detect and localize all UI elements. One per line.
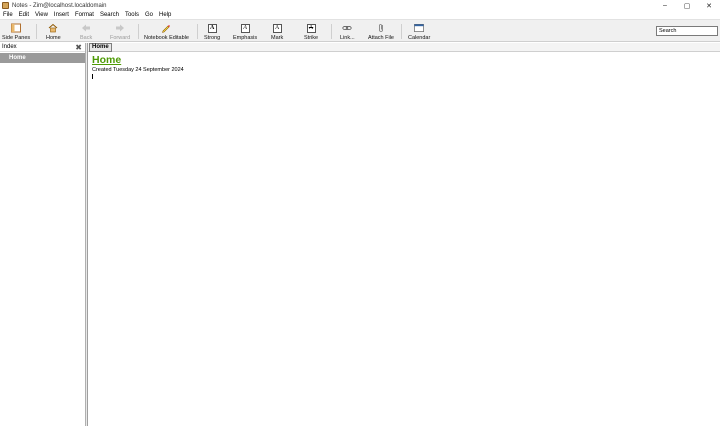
title-bar: Notes - Zim@localhost.localdomain – ▢ ✕ — [0, 0, 720, 11]
index-item-home[interactable]: Home — [0, 53, 85, 63]
link-icon — [342, 23, 352, 33]
forward-button[interactable]: Forward — [110, 21, 130, 42]
side-pane-header: Index ✖ — [0, 43, 85, 52]
strikethrough-icon: A — [306, 23, 316, 33]
emphasis-label: Emphasis — [233, 35, 258, 41]
minimize-button[interactable]: – — [654, 0, 676, 11]
toolbar-separator — [36, 24, 37, 39]
calendar-label: Calendar — [408, 35, 431, 41]
menu-file[interactable]: File — [3, 12, 13, 18]
home-button[interactable]: Home — [46, 21, 61, 42]
app-icon — [2, 2, 9, 9]
mark-button[interactable]: A Mark — [271, 21, 283, 42]
link-label: Link... — [340, 35, 355, 41]
emphasis-button[interactable]: A Emphasis — [233, 21, 257, 42]
highlight-icon: A — [272, 23, 282, 33]
attach-file-label: Attach File — [368, 35, 394, 41]
page-heading: Home — [92, 54, 122, 66]
menu-help[interactable]: Help — [159, 12, 171, 18]
back-label: Back — [80, 35, 93, 41]
menu-edit[interactable]: Edit — [19, 12, 29, 18]
bold-icon: A — [207, 23, 217, 33]
mark-glyph: A — [272, 23, 282, 33]
mark-label: Mark — [271, 35, 284, 41]
calendar-icon — [414, 23, 425, 33]
window-title: Notes - Zim@localhost.localdomain — [12, 2, 107, 9]
text-cursor — [92, 74, 93, 79]
toolbar: Side Panes Home Back Forward Notebook Ed… — [0, 19, 720, 42]
path-button-home[interactable]: Home — [89, 42, 112, 52]
toolbar-separator — [401, 24, 402, 39]
strike-button[interactable]: A Strike — [304, 21, 318, 42]
pencil-icon — [161, 23, 171, 33]
back-button[interactable]: Back — [80, 21, 92, 42]
strike-label: Strike — [304, 35, 319, 41]
italic-icon: A — [240, 23, 250, 33]
emphasis-glyph: A — [240, 23, 250, 33]
close-button[interactable]: ✕ — [698, 0, 720, 11]
link-button[interactable]: Link... — [340, 21, 355, 42]
side-panes-icon — [11, 23, 22, 33]
window-controls: – ▢ ✕ — [654, 0, 720, 11]
menu-go[interactable]: Go — [145, 12, 153, 18]
maximize-button[interactable]: ▢ — [676, 0, 698, 11]
forward-label: Forward — [110, 35, 131, 41]
menu-bar: File Edit View Insert Format Search Tool… — [0, 11, 720, 19]
page-editor[interactable]: Home Created Tuesday 24 September 2024 — [88, 52, 720, 426]
home-label: Home — [46, 35, 61, 41]
notebook-editable-toggle[interactable]: Notebook Editable — [144, 21, 189, 42]
home-icon — [48, 23, 58, 33]
strong-label: Strong — [204, 35, 221, 41]
close-pane-icon[interactable]: ✖ — [75, 43, 82, 52]
menu-insert[interactable]: Insert — [54, 12, 69, 18]
notebook-editable-label: Notebook Editable — [144, 35, 189, 41]
forward-arrow-icon — [115, 23, 125, 33]
path-bar: Home — [88, 42, 720, 52]
menu-format[interactable]: Format — [75, 12, 94, 18]
calendar-button[interactable]: Calendar — [408, 21, 430, 42]
side-panes-label: Side Panes — [2, 35, 31, 41]
menu-search[interactable]: Search — [100, 12, 119, 18]
toolbar-separator — [138, 24, 139, 39]
back-arrow-icon — [81, 23, 91, 33]
paperclip-icon — [376, 23, 386, 33]
strong-button[interactable]: A Strong — [204, 21, 220, 42]
toolbar-separator — [331, 24, 332, 39]
strong-glyph: A — [207, 23, 217, 33]
side-panes-button[interactable]: Side Panes — [2, 21, 30, 42]
strike-glyph: A — [306, 23, 316, 33]
search-input[interactable]: Search — [656, 26, 718, 36]
created-date: Created Tuesday 24 September 2024 — [92, 67, 184, 73]
attach-file-button[interactable]: Attach File — [368, 21, 394, 42]
menu-view[interactable]: View — [35, 12, 48, 18]
index-title: Index — [2, 44, 17, 50]
side-pane-index: Index ✖ Home — [0, 43, 86, 426]
menu-tools[interactable]: Tools — [125, 12, 139, 18]
toolbar-separator — [197, 24, 198, 39]
